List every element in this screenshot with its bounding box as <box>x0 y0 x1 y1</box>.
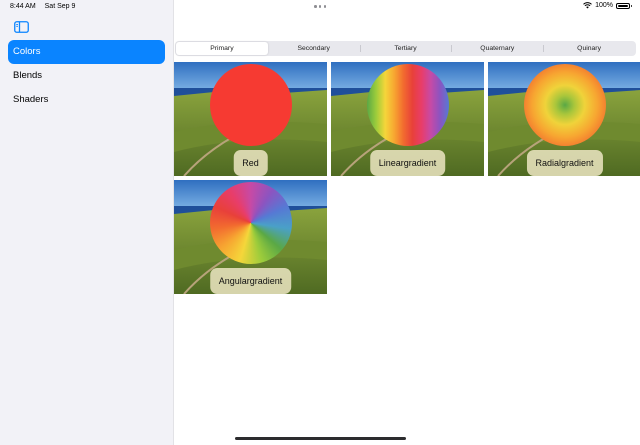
tab-primary[interactable]: Primary <box>176 42 268 55</box>
wifi-icon <box>583 2 592 9</box>
battery-icon <box>616 2 632 9</box>
home-indicator[interactable] <box>235 437 406 440</box>
status-bar-right: 100% <box>583 2 632 9</box>
color-tile-radialgradient[interactable]: Radialgradient <box>488 62 640 176</box>
color-tile-lineargradient[interactable]: Lineargradient <box>331 62 484 176</box>
sidebar: 8:44 AM Sat Sep 9 Colors Blends Shaders <box>0 0 174 445</box>
status-time: 8:44 AM <box>10 3 36 10</box>
solid-red-circle <box>210 64 292 146</box>
tile-label: Red <box>233 150 268 176</box>
tab-quinary[interactable]: Quinary <box>543 42 635 55</box>
tile-label: Radialgradient <box>526 150 603 176</box>
sidebar-item-shaders[interactable]: Shaders <box>8 88 165 112</box>
tab-secondary[interactable]: Secondary <box>268 42 360 55</box>
linear-gradient-circle <box>367 64 449 146</box>
sidebar-item-blends[interactable]: Blends <box>8 64 165 88</box>
segmented-control: Primary Secondary Tertiary Quaternary Qu… <box>175 41 636 56</box>
color-tile-angulargradient[interactable]: Angulargradient <box>174 180 327 294</box>
tile-label: Lineargradient <box>369 150 446 176</box>
sidebar-item-label: Shaders <box>13 94 49 105</box>
sidebar-toggle-icon[interactable] <box>14 20 29 33</box>
color-tile-red[interactable]: Red <box>174 62 327 176</box>
sidebar-item-label: Blends <box>13 70 43 81</box>
sidebar-list: Colors Blends Shaders <box>8 40 165 112</box>
sidebar-item-label: Colors <box>13 46 41 57</box>
status-date: Sat Sep 9 <box>44 3 76 10</box>
tab-quaternary[interactable]: Quaternary <box>451 42 543 55</box>
sidebar-item-colors[interactable]: Colors <box>8 40 165 64</box>
battery-percent: 100% <box>595 2 613 9</box>
tile-label: Angulargradient <box>209 268 292 294</box>
multitasking-dots-icon[interactable] <box>314 5 326 8</box>
tab-tertiary[interactable]: Tertiary <box>359 42 452 55</box>
status-bar-left: 8:44 AM Sat Sep 9 <box>10 3 82 10</box>
radial-gradient-circle <box>524 64 606 146</box>
angular-gradient-circle <box>210 182 292 264</box>
